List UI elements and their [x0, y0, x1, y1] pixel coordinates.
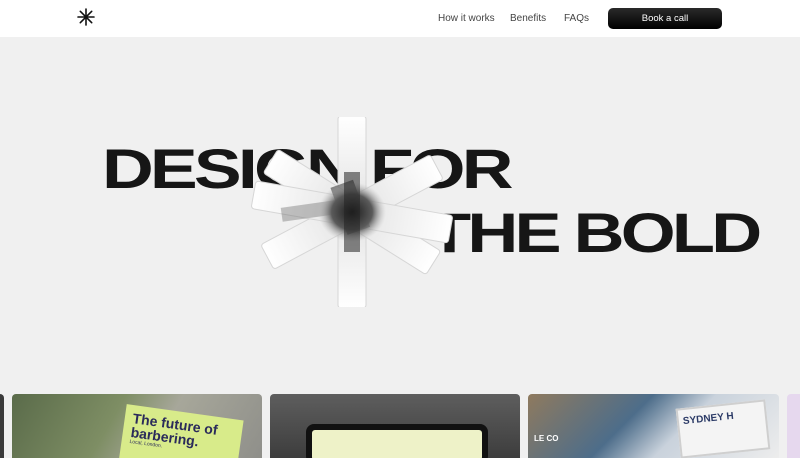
- tablet-mockup: [306, 424, 488, 458]
- gallery-card-sydney[interactable]: SYDNEY H LE CO: [528, 394, 779, 458]
- sign-text: SYDNEY H: [682, 410, 735, 428]
- gallery-card-partial-left[interactable]: [0, 394, 4, 458]
- nav-link-how-it-works[interactable]: How it works: [438, 13, 495, 24]
- hero-section: DESIGN FOR THE BOLD: [0, 37, 800, 395]
- book-a-call-button[interactable]: Book a call: [608, 8, 722, 29]
- hero-headline-line-2: THE BOLD: [428, 201, 762, 264]
- nav-link-faqs[interactable]: FAQs: [564, 13, 589, 24]
- top-nav: How it works Benefits FAQs Book a call: [0, 0, 800, 37]
- gallery-card-tablet[interactable]: [270, 394, 520, 458]
- barbering-poster: The future of barbering. Local, London.: [118, 404, 244, 458]
- gallery-card-barbering[interactable]: The future of barbering. Local, London.: [12, 394, 262, 458]
- gallery-card-partial-right[interactable]: [787, 394, 800, 458]
- asterisk-logo-icon[interactable]: [77, 8, 95, 26]
- storefront-text: LE CO: [534, 434, 559, 443]
- work-gallery: The future of barbering. Local, London. …: [0, 394, 800, 458]
- sydney-sign: SYDNEY H: [675, 399, 771, 458]
- tablet-screen: [312, 430, 482, 458]
- 3d-asterisk-icon: [251, 117, 453, 307]
- nav-link-benefits[interactable]: Benefits: [510, 13, 546, 24]
